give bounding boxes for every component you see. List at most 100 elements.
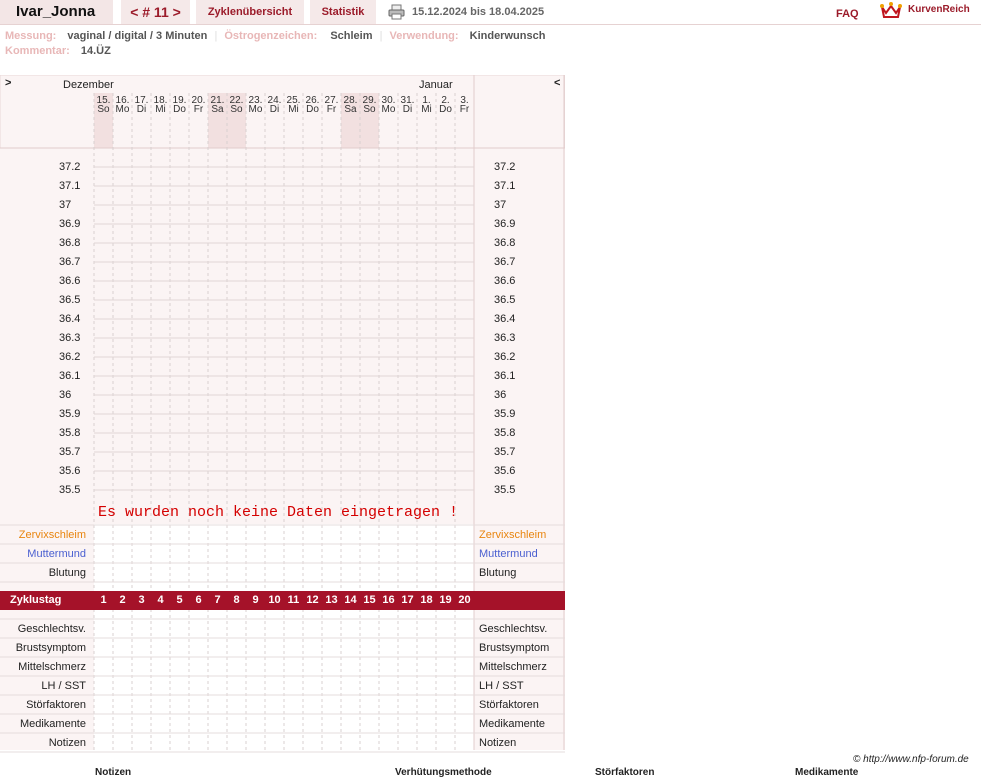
row-label-left-0: Zervixschleim: [18, 529, 86, 541]
row-label-right-bottom: Notizen: [479, 737, 517, 749]
day-header: 15. So: [96, 95, 111, 115]
temperature-label-right: 35.8: [494, 427, 516, 439]
day-header: 1. Mi: [421, 95, 432, 115]
oestrogen-label: Östrogenzeichen:: [224, 30, 318, 42]
copyright-text: © http://www.nfp-forum.de: [853, 754, 969, 765]
temperature-label-right: 36.2: [494, 351, 516, 363]
faq-link[interactable]: FAQ: [836, 8, 859, 20]
nav-next-button: <: [554, 77, 561, 89]
day-header: 27. Fr: [324, 95, 339, 115]
row-label-right-0: Zervixschleim: [479, 529, 547, 541]
separator: |: [214, 30, 218, 42]
cycle-day-number: 14: [344, 594, 357, 606]
day-header: 25. Mi: [286, 95, 301, 115]
meta-line-1: Messung: vaginal / digital / 3 Minuten |…: [5, 30, 545, 42]
temperature-label-right: 36: [494, 389, 507, 401]
row-label-left-bottom: Störfaktoren: [26, 699, 86, 711]
cycle-day-number: 5: [176, 594, 183, 606]
row-label-left-bottom: Brustsymptom: [15, 642, 86, 654]
temperature-label-right: 35.7: [494, 446, 516, 458]
meta-line-2: Kommentar: 14.ÜZ: [5, 45, 111, 57]
row-label-left-1: Muttermund: [27, 548, 86, 560]
month-label-left: Dezember: [63, 79, 114, 91]
day-header: 24. Di: [267, 95, 282, 115]
temperature-label-left: 37: [59, 199, 72, 211]
cycle-day-number: 13: [325, 594, 338, 606]
date-range: 15.12.2024 bis 18.04.2025: [412, 6, 545, 18]
row-label-right-1: Muttermund: [479, 548, 538, 560]
cycle-day-number: 18: [420, 594, 433, 606]
separator: |: [379, 30, 383, 42]
row-label-left-bottom: Mittelschmerz: [18, 661, 86, 673]
row-label-left-bottom: Medikamente: [19, 718, 86, 730]
kommentar-label: Kommentar:: [5, 45, 70, 57]
cycle-day-number: 11: [287, 594, 300, 606]
cycle-day-number: 17: [401, 594, 414, 606]
temperature-label-right: 36.6: [494, 275, 516, 287]
temperature-label-right: 35.5: [494, 484, 516, 496]
day-header: 28. Sa: [343, 95, 358, 115]
cycle-day-number: 12: [306, 594, 319, 606]
day-header: 31. Di: [400, 95, 415, 115]
temperature-label-right: 37.2: [494, 161, 516, 173]
cycle-selector[interactable]: < # 11 >: [121, 0, 190, 24]
day-header: 20. Fr: [191, 95, 206, 115]
brand-link[interactable]: KurvenReich: [908, 4, 970, 15]
oestrogen-value: Schleim: [330, 30, 373, 42]
messung-value: vaginal / digital / 3 Minuten: [67, 30, 208, 42]
temperature-label-left: 36.9: [59, 218, 81, 230]
verwendung-label: Verwendung:: [389, 30, 459, 42]
row-label-right-bottom: Störfaktoren: [479, 699, 539, 711]
temperature-label-left: 36.3: [59, 332, 81, 344]
day-header: 29. So: [362, 95, 377, 115]
temperature-label-right: 37.1: [494, 180, 516, 192]
temperature-label-right: 37: [494, 199, 507, 211]
cycle-day-number: 10: [268, 594, 281, 606]
cycle-day-number: 15: [363, 594, 376, 606]
crown-heart-icon[interactable]: [880, 1, 902, 19]
month-label-right: Januar: [419, 79, 453, 91]
temperature-label-left: 35.5: [59, 484, 81, 496]
tab-statistik[interactable]: Statistik: [310, 0, 376, 24]
cycle-day-number: 19: [439, 594, 452, 606]
day-header: 30. Mo: [381, 95, 396, 115]
temperature-label-right: 36.9: [494, 218, 516, 230]
row-label-right-bottom: LH / SST: [479, 680, 524, 692]
temperature-label-left: 36: [59, 389, 72, 401]
cycle-day-number: 20: [458, 594, 471, 606]
top-bar: Ivar_Jonna < # 11 > Zyklenübersicht Stat…: [0, 0, 981, 25]
temperature-label-right: 36.4: [494, 313, 516, 325]
row-label-right-bottom: Geschlechtsv.: [479, 623, 548, 635]
cycle-day-number: 2: [119, 594, 126, 606]
temperature-label-right: 36.8: [494, 237, 516, 249]
day-header: 18. Mi: [153, 95, 168, 115]
temperature-label-right: 35.9: [494, 408, 516, 420]
cycle-day-number: 16: [382, 594, 395, 606]
temperature-label-right: 36.3: [494, 332, 516, 344]
day-header: 26. Do: [305, 95, 320, 115]
row-label-right-bottom: Mittelschmerz: [479, 661, 547, 673]
cycle-day-number: 4: [157, 594, 164, 606]
temperature-label-right: 35.6: [494, 465, 516, 477]
day-header: 23. Mo: [248, 95, 263, 115]
temperature-label-left: 37.1: [59, 180, 81, 192]
temperature-label-left: 35.9: [59, 408, 81, 420]
temperature-label-left: 36.7: [59, 256, 81, 268]
printer-icon[interactable]: [388, 4, 405, 20]
tab-zyklenuebersicht[interactable]: Zyklenübersicht: [196, 0, 304, 24]
row-label-left-bottom: Notizen: [48, 737, 86, 749]
temperature-label-left: 35.8: [59, 427, 81, 439]
day-header: 16. Mo: [115, 95, 130, 115]
temperature-label-right: 36.7: [494, 256, 516, 268]
row-label-right-bottom: Brustsymptom: [479, 642, 550, 654]
day-header: 19. Do: [172, 95, 187, 115]
temperature-label-left: 36.6: [59, 275, 81, 287]
temperature-label-right: 36.5: [494, 294, 516, 306]
messung-label: Messung:: [5, 30, 57, 42]
temperature-label-left: 36.8: [59, 237, 81, 249]
temperature-label-left: 36.5: [59, 294, 81, 306]
day-header: 2. Do: [439, 95, 452, 115]
row-label-right-bottom: Medikamente: [479, 718, 546, 730]
row-label-left-bottom: Geschlechtsv.: [17, 623, 86, 635]
cycle-day-label: Zyklustag: [10, 594, 62, 606]
